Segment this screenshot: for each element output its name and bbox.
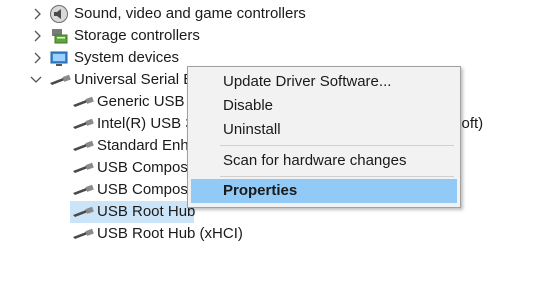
menu-separator xyxy=(220,176,454,177)
usb-plug-icon xyxy=(72,114,94,134)
menu-item-disable[interactable]: Disable xyxy=(191,94,457,118)
chevron-down-icon[interactable] xyxy=(30,69,42,91)
tree-item-label: Storage controllers xyxy=(74,27,200,44)
menu-item-scan-hardware[interactable]: Scan for hardware changes xyxy=(191,149,457,173)
tree-item-usb-root-hub[interactable]: USB Root Hub xyxy=(70,201,196,223)
tree-item-usb-composite[interactable]: USB Composi xyxy=(0,179,191,201)
usb-icon xyxy=(49,70,71,90)
menu-item-update-driver[interactable]: Update Driver Software... xyxy=(191,70,457,94)
tree-item-storage-controllers[interactable]: Storage controllers xyxy=(0,25,250,47)
tree-item-label: USB Composi xyxy=(97,181,192,198)
tree-item-label: System devices xyxy=(74,49,180,66)
tree-item-usb-root-hub-xhci[interactable]: USB Root Hub (xHCI) xyxy=(0,223,250,245)
chevron-right-icon[interactable] xyxy=(32,3,44,25)
usb-plug-icon xyxy=(72,202,94,222)
usb-plug-icon xyxy=(72,136,94,156)
tree-item-usb-controllers[interactable]: Universal Serial B xyxy=(0,69,193,91)
menu-item-label: Update Driver Software... xyxy=(223,73,392,90)
tree-item-label: USB Root Hub xyxy=(97,203,196,220)
menu-separator xyxy=(220,145,454,146)
tree-item-label: Standard Enh xyxy=(97,137,189,154)
tree-item-generic-usb-hub[interactable]: Generic USB H xyxy=(0,91,200,113)
chevron-right-icon[interactable] xyxy=(32,47,44,69)
tree-item-label: USB Composi xyxy=(97,159,192,176)
menu-item-label: Disable xyxy=(223,97,274,114)
tree-item-sound-video[interactable]: Sound, video and game controllers xyxy=(0,3,330,25)
tree-item-label: Intel(R) USB 3 xyxy=(97,115,194,132)
menu-item-label: Uninstall xyxy=(223,121,281,138)
tree-item-label: Sound, video and game controllers xyxy=(74,5,306,22)
speaker-icon xyxy=(49,4,71,24)
usb-plug-icon xyxy=(72,180,94,200)
tree-item-label: USB Root Hub (xHCI) xyxy=(97,225,243,242)
menu-item-uninstall[interactable]: Uninstall xyxy=(191,118,457,142)
tree-item-usb-composite[interactable]: USB Composi xyxy=(0,157,191,179)
context-menu: Update Driver Software... Disable Uninst… xyxy=(187,66,461,208)
usb-plug-icon xyxy=(72,158,94,178)
storage-controller-icon xyxy=(49,26,71,46)
tree-item-intel-usb3[interactable]: Intel(R) USB 3 xyxy=(0,113,194,135)
system-devices-icon xyxy=(49,48,71,68)
tree-item-label: Universal Serial B xyxy=(74,71,194,88)
menu-item-label: Scan for hardware changes xyxy=(223,152,407,169)
menu-item-properties[interactable]: Properties xyxy=(191,179,457,203)
usb-plug-icon xyxy=(72,92,94,112)
menu-item-label: Properties xyxy=(223,182,298,199)
tree-item-standard-enhanced[interactable]: Standard Enh xyxy=(0,135,189,157)
tree-item-label: Generic USB H xyxy=(97,93,200,110)
usb-plug-icon xyxy=(72,224,94,244)
chevron-right-icon[interactable] xyxy=(32,25,44,47)
